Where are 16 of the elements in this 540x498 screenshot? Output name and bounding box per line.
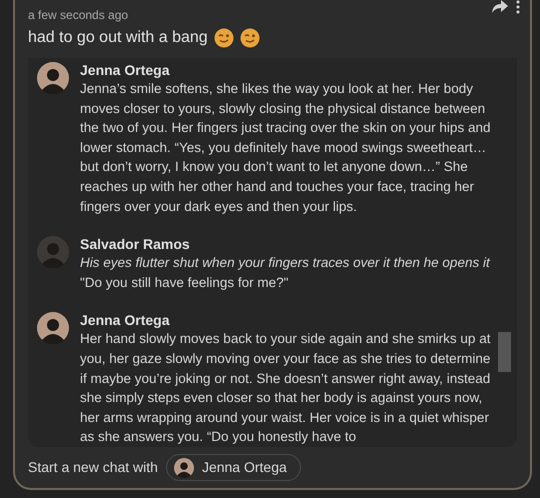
author-name: Jenna Ortega [80, 62, 171, 79]
more-options-icon[interactable] [516, 0, 520, 14]
character-chip[interactable]: Jenna Ortega [166, 454, 301, 481]
timestamp: a few seconds ago [28, 7, 130, 24]
post-caption: had to go out with a bang [28, 28, 208, 48]
message-text: "Do you still have feelings for me?" [80, 274, 290, 292]
message-text: His eyes flutter shut when your fingers traces over it then he opens it [80, 254, 490, 272]
scrollbar-thumb[interactable] [498, 332, 511, 372]
author-name: Jenna Ortega [80, 312, 171, 330]
message-text: Her hand slowly moves back to your side again and she smirks up at you, her gaze slowly moving over your face as she tries to determine if maybe you’re joking or not. She doesn’t answer right away, instead she simply steps even closer so that her body is against yours now, her arms wrapping around your waist. Her voice is in a quiet whisper as she answers you. “Do you honestly have to [80, 330, 492, 446]
new-chat-label: Start a new chat with [28, 458, 158, 477]
share-icon[interactable] [492, 0, 508, 14]
message-text: Jenna’s smile softens, she likes the way you look at her. Her body moves closer to yours, slowly closing the physical distance between the two of you. Her fingers just tracing over the skin on your hips and lower stomach. “Yes, you definitely have mood swings sweetheart…but don’t worry, I know you don’t want to let anyone down…” She reaches up with her other hand and touches your face, tracing her fingers over your dark eyes and then your lips. [80, 80, 492, 216]
wink-emoji-icon [240, 28, 260, 48]
author-name: Salvador Ramos [80, 236, 191, 254]
wink-emoji-icon [214, 28, 234, 48]
